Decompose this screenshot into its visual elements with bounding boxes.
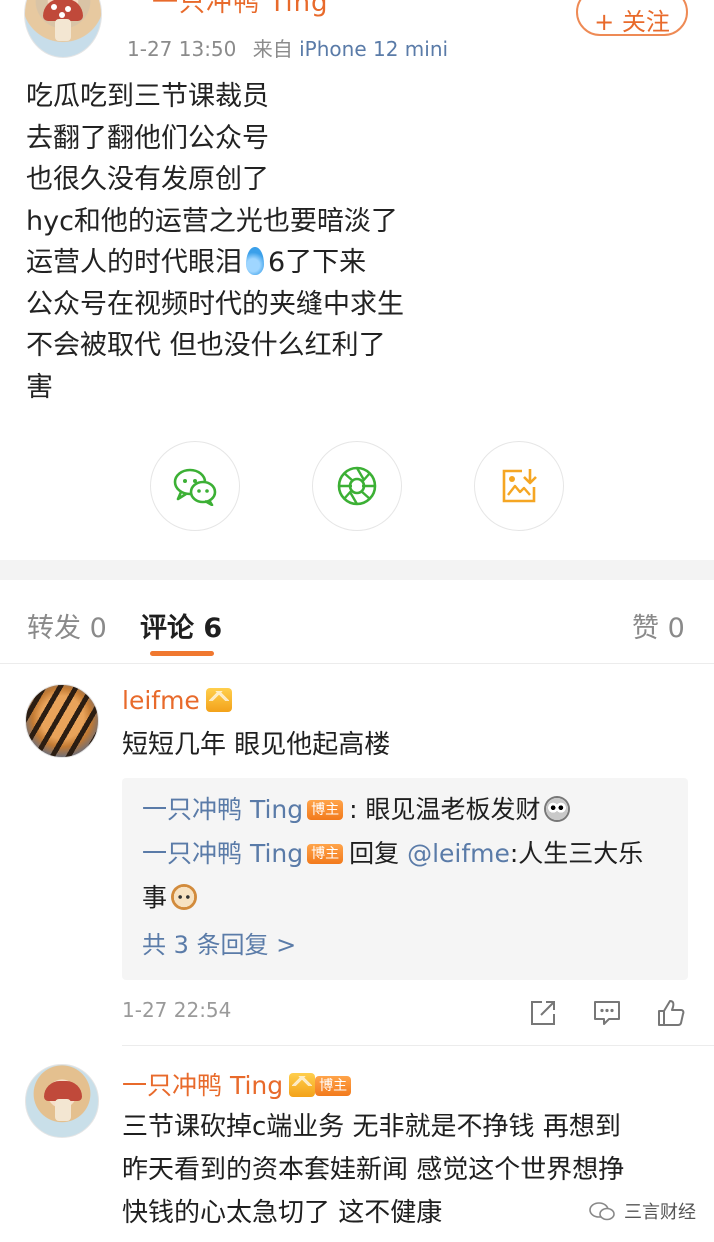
share-wechat-button[interactable]	[150, 441, 240, 531]
reply-item: 一只冲鸭 Ting 博主: 眼见温老板发财	[142, 788, 668, 832]
author-badge: 博主	[307, 800, 344, 820]
post-line: 害	[26, 371, 53, 403]
replies-box[interactable]: 一只冲鸭 Ting 博主: 眼见温老板发财 一只冲鸭 Ting 博主 回复 @leif…	[122, 778, 688, 980]
reply-text: : 眼见温老板发财	[349, 795, 541, 824]
active-tab-indicator	[150, 651, 214, 656]
post-content: 吃瓜吃到三节课裁员 去翻了翻他们公众号 也很久没有发原创了 hyc和他的运营之光…	[26, 76, 404, 408]
author-badge: 博主	[307, 844, 344, 864]
comment-separator	[122, 1045, 714, 1046]
commenter-avatar[interactable]	[25, 1064, 99, 1138]
commenter-avatar[interactable]	[25, 684, 99, 758]
wechat-icon	[173, 468, 217, 506]
post-line: hyc和他的运营之光也要暗淡了	[26, 205, 398, 237]
comment-line: 三节课砍掉c端业务 无非就是不挣钱 再想到	[122, 1112, 621, 1142]
share-icon[interactable]	[528, 998, 558, 1028]
save-image-button[interactable]	[474, 441, 564, 531]
commenter-name-text: 一只冲鸭 Ting	[122, 1071, 284, 1100]
commenter-username[interactable]: 一只冲鸭 Ting 博主	[122, 1066, 357, 1102]
reply-prefix: 回复	[349, 839, 408, 868]
avatar-mushroom-stem	[55, 1099, 71, 1121]
post-line: 不会被取代 但也没什么红利了	[26, 330, 386, 361]
post-line: 也很久没有发原创了	[26, 164, 269, 195]
reply-text-cont: 事	[142, 883, 168, 912]
post-header: 一只冲鸭 Ting 1-27 13:50 来自 iPhone 12 mini +…	[0, 0, 714, 70]
comment-icon[interactable]	[592, 998, 622, 1028]
watermark-text: 三言财经	[624, 1202, 696, 1223]
avatar-mushroom	[43, 0, 83, 21]
cat-emoji-icon	[171, 884, 198, 910]
comment-footer: 1-27 22:54	[122, 998, 688, 1032]
post-source-prefix: 来自	[252, 37, 293, 61]
post-line-text: 6了下来	[268, 247, 367, 278]
moments-icon	[337, 466, 377, 506]
author-avatar[interactable]	[24, 0, 102, 58]
crown-badge-icon	[205, 688, 232, 712]
avatar-mushroom-stem	[55, 19, 71, 41]
comment-line: 快钱的心太急切了 这不健康	[122, 1198, 443, 1228]
comment-text: 短短几年 眼见他起高楼	[122, 730, 391, 760]
tab-repost[interactable]: 转发 0	[27, 606, 107, 645]
view-all-replies-link[interactable]: 共 3 条回复 >	[142, 920, 668, 970]
tab-likes[interactable]: 赞 0	[632, 606, 685, 645]
post-line: 吃瓜吃到三节课裁员	[26, 81, 269, 112]
save-image-icon	[502, 469, 537, 503]
avatar-mushroom	[44, 1081, 82, 1101]
post-line: 去翻了翻他们公众号	[26, 122, 269, 154]
crown-badge-icon	[289, 1073, 316, 1097]
post-line-text: 运营人的时代眼泪	[26, 247, 242, 278]
wechat-watermark-icon	[589, 1202, 615, 1221]
interaction-tabs: 转发 0 评论 6 赞 0	[0, 580, 714, 664]
post-line: 公众号在视频时代的夹缝中求生	[26, 288, 404, 320]
share-moments-button[interactable]	[312, 441, 402, 531]
tab-comments[interactable]: 评论 6	[140, 606, 222, 645]
commenter-name-text: leifme	[122, 686, 200, 715]
section-divider	[0, 560, 714, 580]
reply-item: 一只冲鸭 Ting 博主 回复 @leifme:人生三大乐 事	[142, 832, 668, 920]
watermark: 三言财经	[588, 1198, 696, 1224]
author-badge: 博主	[315, 1076, 352, 1096]
comment-text: 三节课砍掉c端业务 无非就是不挣钱 再想到 昨天看到的资本套娃新闻 感觉这个世界…	[122, 1106, 624, 1235]
reply-username[interactable]: 一只冲鸭 Ting	[142, 795, 303, 824]
husky-emoji-icon	[544, 796, 571, 822]
author-username[interactable]: 一只冲鸭 Ting	[152, 0, 329, 19]
post-source[interactable]: iPhone 12 mini	[299, 37, 448, 61]
like-icon[interactable]	[656, 998, 686, 1028]
post-meta: 1-27 13:50 来自 iPhone 12 mini	[127, 33, 448, 62]
reply-text: :人生三大乐	[509, 839, 644, 868]
post-line: 运营人的时代眼泪 6了下来	[26, 242, 404, 284]
teardrop-emoji-icon	[246, 247, 264, 275]
share-row	[0, 441, 714, 531]
reply-mention[interactable]: @leifme	[407, 839, 510, 868]
comment-time: 1-27 22:54	[122, 998, 232, 1022]
commenter-username[interactable]: leifme	[122, 686, 232, 715]
reply-username[interactable]: 一只冲鸭 Ting	[142, 839, 303, 868]
post-time: 1-27 13:50	[127, 37, 237, 61]
comment-line: 昨天看到的资本套娃新闻 感觉这个世界想挣	[122, 1155, 625, 1185]
follow-button[interactable]: + 关注	[576, 0, 688, 36]
